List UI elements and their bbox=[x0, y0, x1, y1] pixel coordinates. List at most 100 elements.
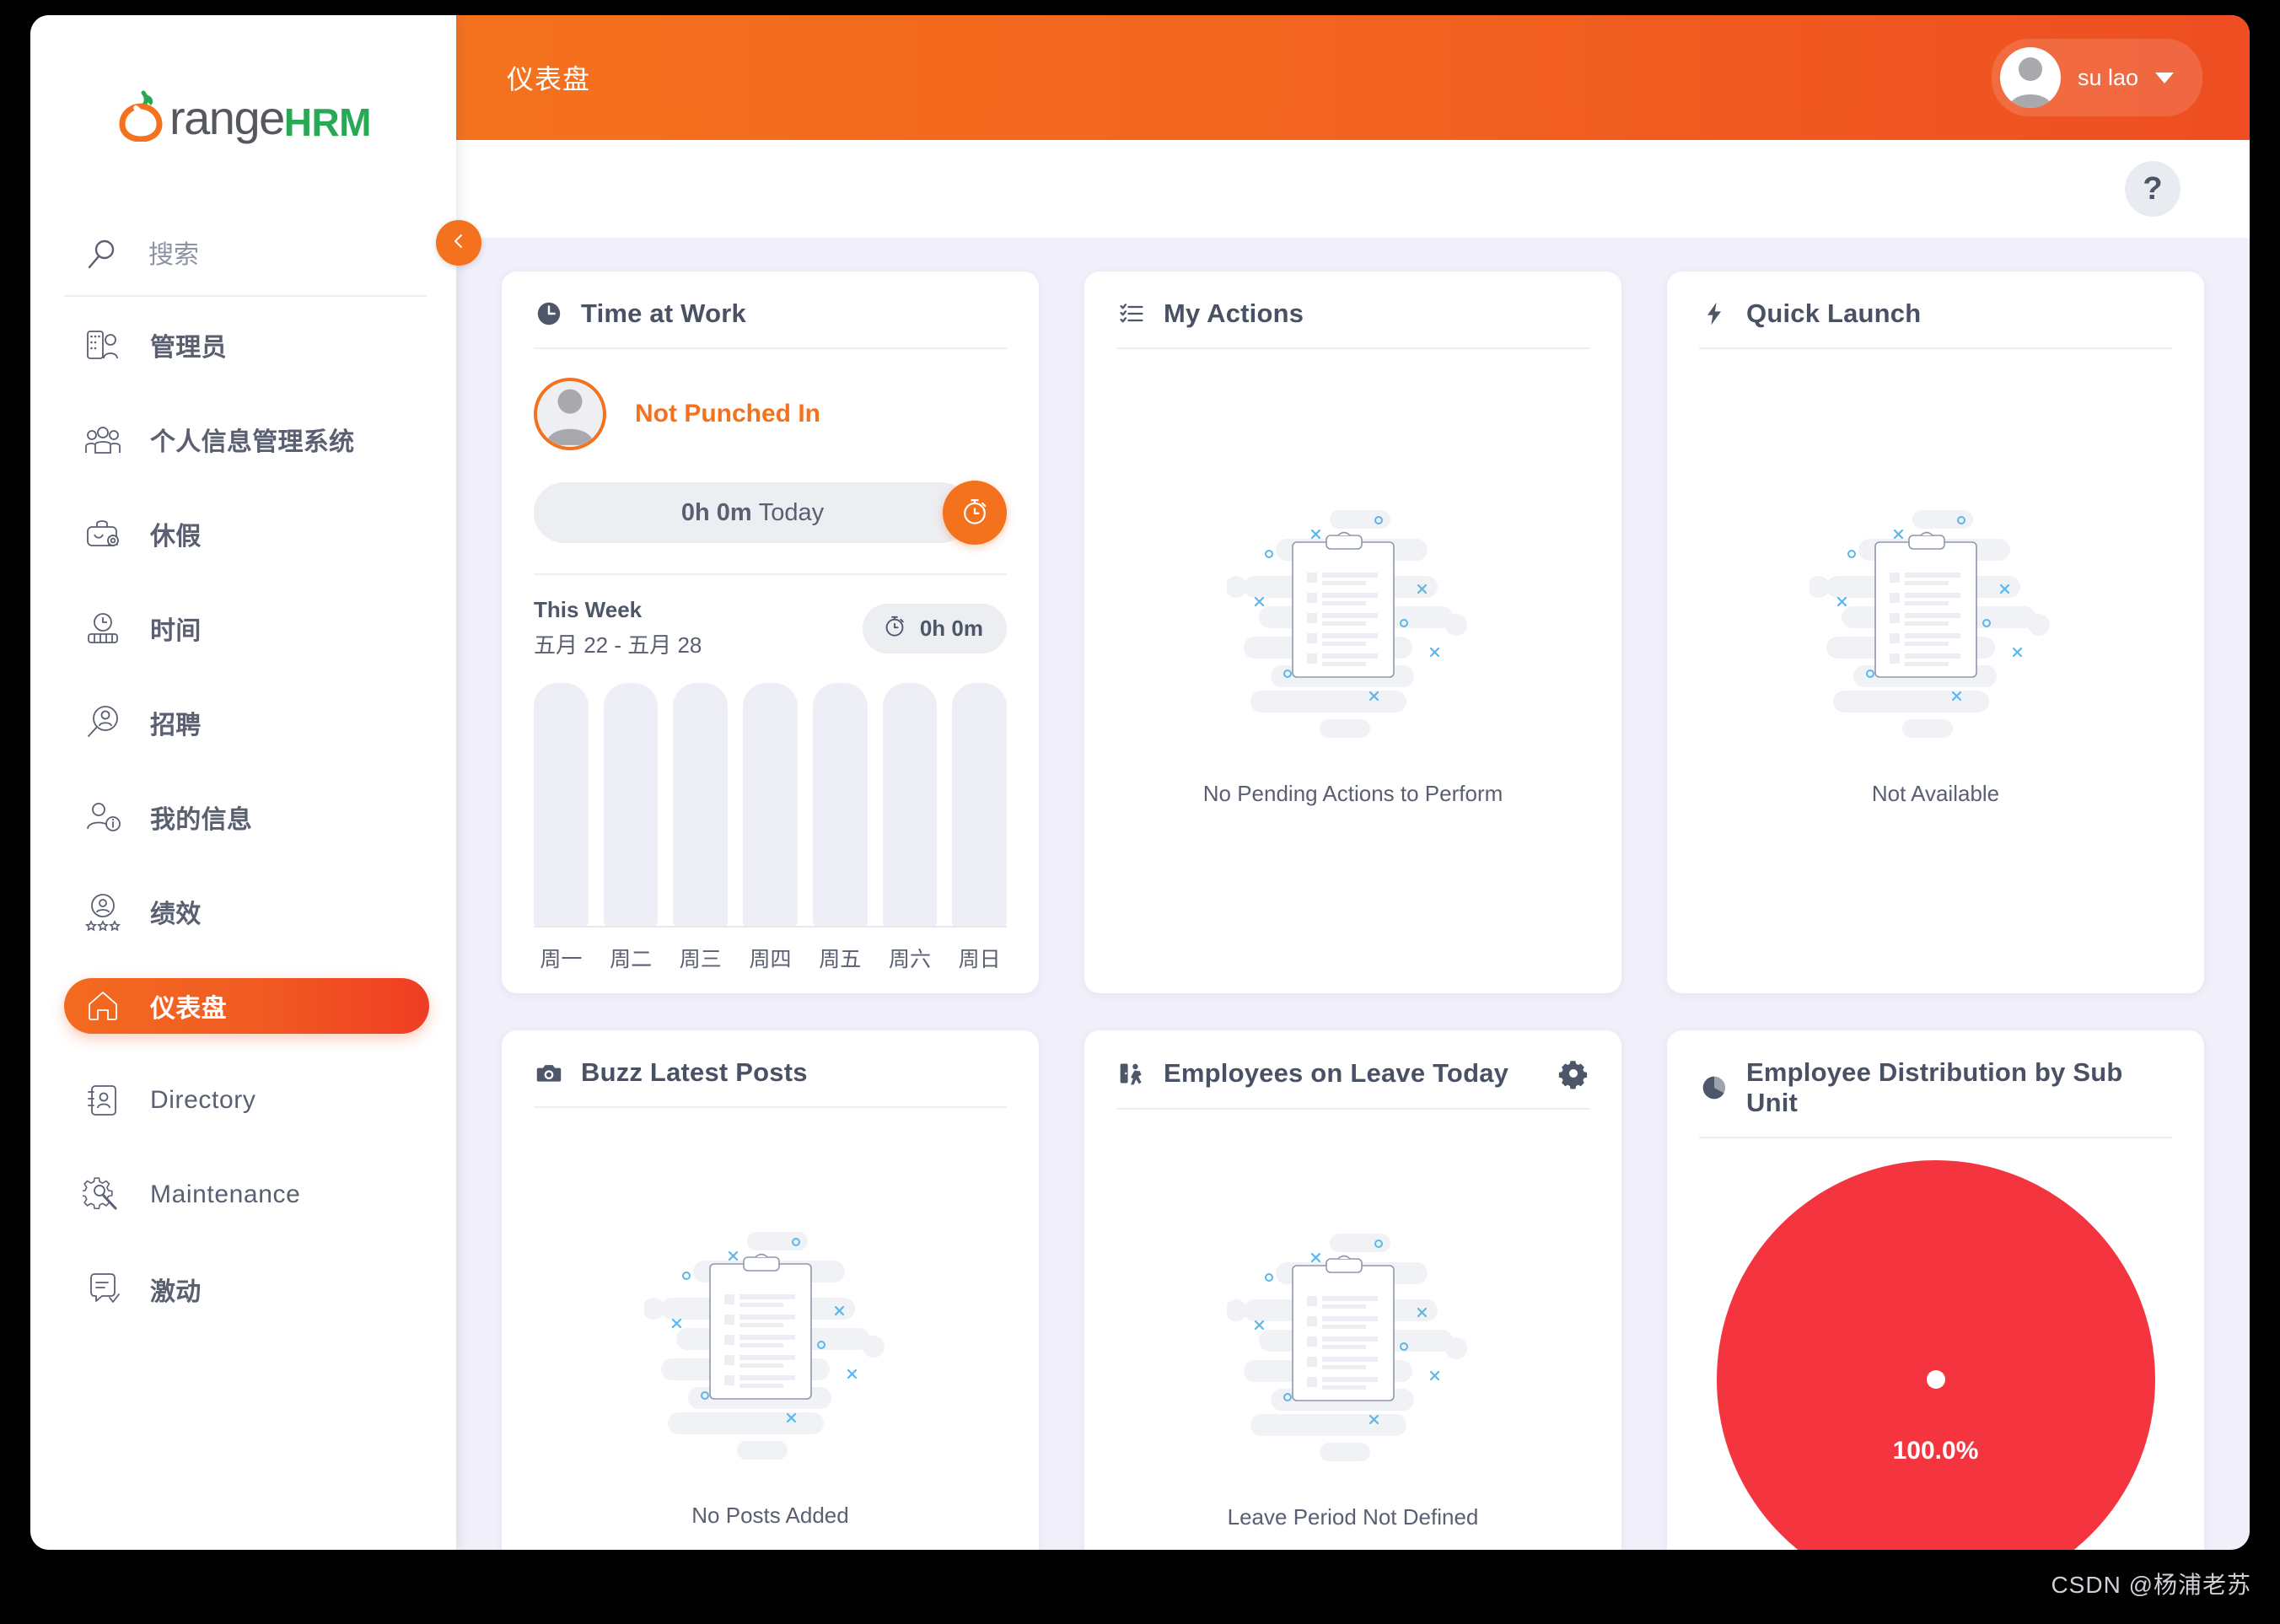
brand-logo[interactable]: range HRM bbox=[30, 15, 456, 216]
empty-clipboard-illustration bbox=[1224, 1222, 1480, 1479]
avatar bbox=[1999, 47, 2061, 108]
empty-state-text: Leave Period Not Defined bbox=[1227, 1503, 1479, 1530]
today-duration-value: 0h 0m bbox=[680, 498, 752, 526]
divider bbox=[534, 573, 1007, 575]
chevron-left-icon bbox=[449, 231, 469, 255]
empty-clipboard-illustration bbox=[1807, 498, 2062, 756]
week-label-block: This Week 五月 22 - 五月 28 bbox=[534, 597, 702, 659]
user-name: su lao bbox=[2077, 64, 2138, 90]
card-title: Employees on Leave Today bbox=[1164, 1058, 1509, 1088]
punch-status-text: Not Punched In bbox=[635, 400, 820, 428]
dashboard-home-icon bbox=[83, 986, 123, 1026]
empty-state: Not Available bbox=[1699, 349, 2172, 956]
stopwatch-icon bbox=[958, 494, 992, 532]
maintenance-gear-icon bbox=[80, 1175, 123, 1215]
search-input[interactable] bbox=[148, 241, 401, 270]
week-summary-row: This Week 五月 22 - 五月 28 0h 0m bbox=[534, 597, 1007, 659]
axis-label: 周日 bbox=[958, 948, 1001, 971]
bar-sat bbox=[882, 683, 938, 926]
clock-icon bbox=[534, 298, 564, 329]
axis-label: 周五 bbox=[819, 948, 862, 971]
axis-label: 周四 bbox=[749, 948, 792, 971]
card-title: Employee Distribution by Sub Unit bbox=[1746, 1057, 2123, 1117]
bar-mon bbox=[534, 683, 589, 926]
bar-sun bbox=[952, 683, 1008, 926]
card-title: Time at Work bbox=[581, 298, 746, 328]
card-header: My Actions bbox=[1116, 298, 1589, 349]
sidebar-collapse-toggle[interactable] bbox=[436, 220, 481, 266]
pim-icon bbox=[83, 419, 123, 460]
sidebar-item-performance[interactable]: 绩效 bbox=[64, 884, 421, 939]
topbar: 仪表盘 su lao bbox=[456, 15, 2250, 140]
sidebar-item-pim[interactable]: 个人信息管理系统 bbox=[64, 411, 421, 467]
week-bar-chart: 周一 周二 周三 周四 周五 周六 周日 bbox=[534, 683, 1008, 973]
pie-slice-unassigned[interactable]: 100.0% bbox=[1716, 1160, 2155, 1550]
week-range: 五月 22 - 五月 28 bbox=[534, 632, 702, 658]
performance-icon bbox=[83, 891, 123, 932]
sidebar-item-label: 仪表盘 bbox=[150, 995, 227, 1023]
axis-label: 周二 bbox=[610, 948, 653, 971]
axis-label: 周一 bbox=[540, 948, 583, 971]
main-area: 仪表盘 su lao ? Time at Work Not Punched In… bbox=[456, 15, 2250, 1550]
lightning-icon bbox=[1699, 298, 1729, 329]
sidebar-item-recruitment[interactable]: 招聘 bbox=[64, 695, 421, 750]
bar-tue bbox=[603, 683, 659, 926]
empty-state: Leave Period Not Defined bbox=[1116, 1110, 1589, 1550]
sidebar-item-maintenance[interactable]: Maintenance bbox=[64, 1167, 421, 1223]
checklist-icon bbox=[1116, 298, 1147, 329]
pie-chart-icon bbox=[1699, 1073, 1729, 1103]
sidebar-item-leave[interactable]: 休假 bbox=[64, 506, 421, 562]
punch-in-button[interactable] bbox=[943, 481, 1007, 545]
card-title: Quick Launch bbox=[1746, 298, 1922, 328]
bar-wed bbox=[673, 683, 729, 926]
sidebar-item-label: 休假 bbox=[150, 523, 202, 551]
today-duration-suffix: Today bbox=[758, 498, 825, 526]
chevron-down-icon bbox=[2155, 72, 2174, 83]
card-buzz-latest-posts: Buzz Latest Posts No Posts Added bbox=[502, 1030, 1039, 1550]
card-header: Time at Work bbox=[534, 298, 1007, 349]
sidebar-item-admin[interactable]: 管理员 bbox=[64, 317, 421, 373]
sidebar-item-directory[interactable]: Directory bbox=[64, 1073, 421, 1128]
sidebar-item-time[interactable]: 时间 bbox=[64, 600, 421, 656]
app-window: range HRM 搜索 管理员 个人信息管理系统 休假 时间 招聘 我的信息 … bbox=[30, 15, 2250, 1550]
admin-icon bbox=[83, 325, 123, 365]
sidebar-item-buzz[interactable]: 激动 bbox=[64, 1261, 421, 1317]
recruitment-icon bbox=[83, 702, 123, 743]
empty-state: No Pending Actions to Perform bbox=[1116, 349, 1589, 956]
user-dropdown[interactable]: su lao bbox=[1991, 39, 2202, 116]
card-header: Buzz Latest Posts bbox=[534, 1057, 1007, 1108]
brand-name-primary: range bbox=[169, 91, 285, 144]
bar-thu bbox=[743, 683, 798, 926]
camera-icon bbox=[534, 1057, 564, 1088]
bar-track bbox=[534, 683, 1008, 928]
card-employees-on-leave-today: Employees on Leave Today Leave Period No… bbox=[1084, 1030, 1621, 1550]
directory-icon bbox=[83, 1080, 123, 1121]
punch-duration-row: 0h 0m Today bbox=[534, 481, 1007, 545]
bar-axis-labels: 周一 周二 周三 周四 周五 周六 周日 bbox=[534, 943, 1007, 973]
sidebar-menu: 管理员 个人信息管理系统 休假 时间 招聘 我的信息 绩效 仪表盘 Direct… bbox=[30, 317, 456, 1317]
card-header: Employees on Leave Today bbox=[1116, 1057, 1589, 1110]
punch-status-row: Not Punched In bbox=[534, 378, 1007, 450]
gear-icon[interactable] bbox=[1557, 1057, 1589, 1089]
sidebar-item-label: 个人信息管理系统 bbox=[150, 428, 355, 456]
empty-clipboard-illustration bbox=[1224, 498, 1480, 756]
sidebar-item-label: 招聘 bbox=[150, 712, 202, 739]
pie-center-dot bbox=[1926, 1370, 1945, 1389]
orange-fruit-icon bbox=[116, 89, 168, 143]
search-field-wrapper[interactable] bbox=[64, 216, 427, 297]
help-button[interactable]: ? bbox=[2125, 161, 2181, 217]
dashboard-grid: Time at Work Not Punched In 0h 0m Today bbox=[456, 238, 2250, 1550]
sidebar-item-my-info[interactable]: 我的信息 bbox=[64, 789, 421, 845]
week-total-badge: 0h 0m bbox=[862, 603, 1007, 653]
sidebar-item-label: Maintenance bbox=[150, 1180, 301, 1208]
stopwatch-icon bbox=[881, 612, 908, 645]
search-icon bbox=[83, 237, 120, 274]
card-header: Quick Launch bbox=[1699, 298, 2172, 349]
card-my-actions: My Actions No Pending Actions to Perform bbox=[1084, 272, 1621, 993]
person-exit-icon bbox=[1116, 1058, 1147, 1089]
today-duration-display: 0h 0m Today bbox=[534, 482, 971, 543]
sidebar-item-label: 时间 bbox=[150, 617, 202, 645]
pie-slice-percentage: 100.0% bbox=[1892, 1436, 1979, 1465]
page-title: 仪表盘 bbox=[507, 64, 591, 94]
sidebar-item-dashboard[interactable]: 仪表盘 bbox=[64, 978, 429, 1034]
